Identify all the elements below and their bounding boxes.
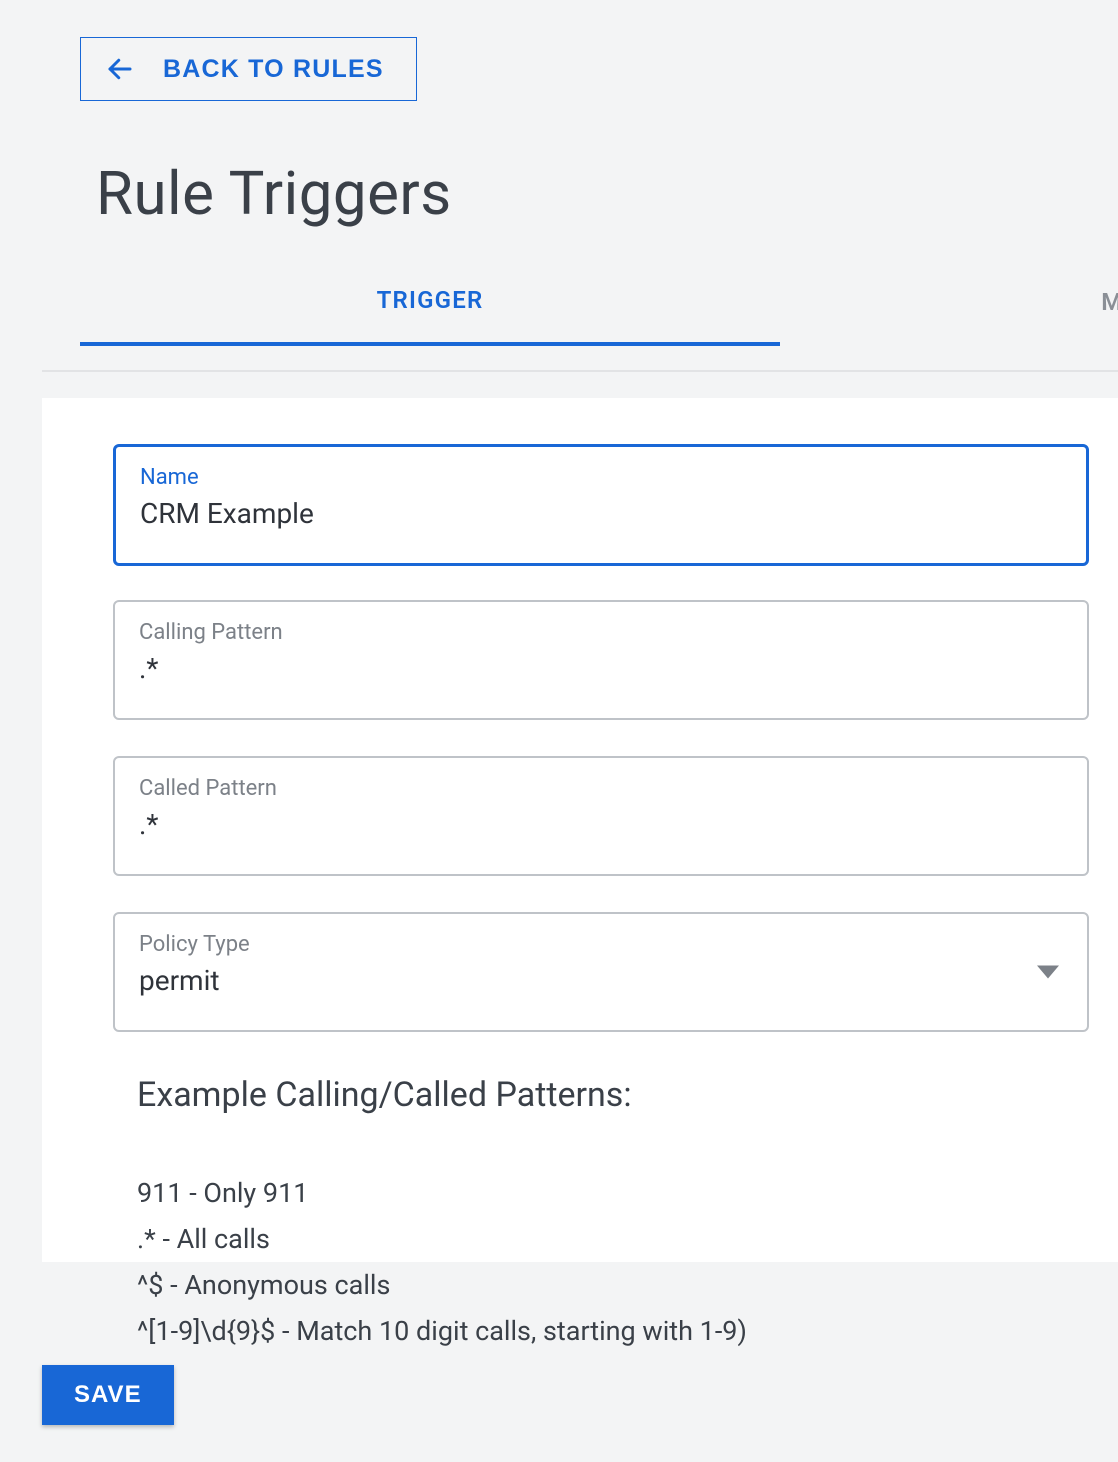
back-to-rules-button[interactable]: BACK TO RULES (80, 37, 417, 101)
tab-divider (42, 370, 1118, 372)
tab-mod[interactable]: MOD (898, 258, 1118, 346)
example-line: ^[1-9]\d{9}$ - Match 10 digit calls, sta… (137, 1308, 747, 1354)
example-line: 911 - Only 911 (137, 1170, 747, 1216)
tab-trigger[interactable]: TRIGGER (80, 258, 780, 346)
page-title: Rule Triggers (96, 158, 452, 229)
calling-pattern-field[interactable]: Calling Pattern (113, 600, 1089, 720)
rule-triggers-page: BACK TO RULES Rule Triggers TRIGGER MOD … (0, 0, 1118, 1462)
calling-pattern-label: Calling Pattern (139, 620, 283, 645)
policy-type-select[interactable]: Policy Type permit (113, 912, 1089, 1032)
name-input[interactable] (140, 497, 1062, 530)
policy-type-value: permit (139, 964, 220, 997)
called-pattern-input[interactable] (139, 808, 1063, 841)
examples-list: 911 - Only 911 .* - All calls ^$ - Anony… (137, 1170, 747, 1354)
back-button-label: BACK TO RULES (163, 55, 384, 84)
save-button[interactable]: SAVE (42, 1365, 174, 1425)
tab-bar: TRIGGER MOD (80, 258, 1118, 346)
name-label: Name (140, 465, 199, 490)
example-line: .* - All calls (137, 1216, 747, 1262)
name-field[interactable]: Name (113, 444, 1089, 566)
examples-heading: Example Calling/Called Patterns: (137, 1075, 632, 1115)
called-pattern-field[interactable]: Called Pattern (113, 756, 1089, 876)
example-line: ^$ - Anonymous calls (137, 1262, 747, 1308)
called-pattern-label: Called Pattern (139, 776, 277, 801)
chevron-down-icon (1037, 966, 1059, 979)
arrow-left-icon (105, 54, 135, 84)
calling-pattern-input[interactable] (139, 652, 1063, 685)
policy-type-label: Policy Type (139, 932, 250, 957)
